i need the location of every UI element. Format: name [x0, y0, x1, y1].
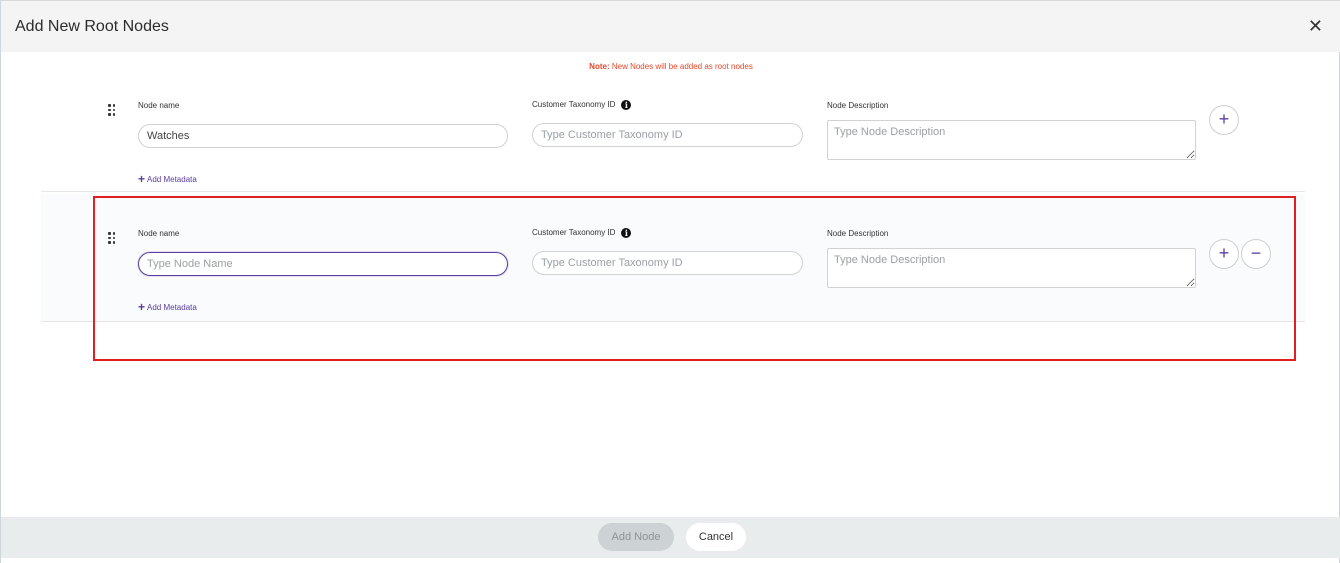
customer-taxonomy-input[interactable] [532, 123, 803, 147]
add-metadata-label: Add Metadata [147, 175, 197, 184]
drag-handle-icon[interactable] [107, 104, 117, 116]
cancel-button[interactable]: Cancel [686, 523, 746, 551]
node-name-input[interactable] [138, 124, 508, 148]
node-row: Node name Customer Taxonomy ID i Node Des… [41, 64, 1305, 192]
add-row-button[interactable]: + [1209, 105, 1239, 135]
customer-taxonomy-label-text: Customer Taxonomy ID [532, 100, 616, 109]
node-description-input[interactable] [827, 120, 1196, 160]
add-metadata-link[interactable]: + Add Metadata [138, 172, 197, 186]
node-name-label: Node name [138, 101, 180, 110]
modal-footer: Add Node Cancel [1, 517, 1340, 558]
add-node-button[interactable]: Add Node [598, 523, 674, 551]
modal-title: Add New Root Nodes [15, 18, 169, 35]
node-description-label: Node Description [827, 101, 889, 110]
highlight-box [93, 196, 1296, 361]
customer-taxonomy-label: Customer Taxonomy ID i [532, 100, 632, 110]
modal-header: Add New Root Nodes ✕ [1, 0, 1340, 52]
add-root-nodes-modal: Add New Root Nodes ✕ Note: New Nodes wil… [0, 0, 1340, 563]
close-icon[interactable]: ✕ [1308, 17, 1323, 35]
info-icon[interactable]: i [621, 100, 632, 110]
plus-icon: + [138, 172, 146, 186]
